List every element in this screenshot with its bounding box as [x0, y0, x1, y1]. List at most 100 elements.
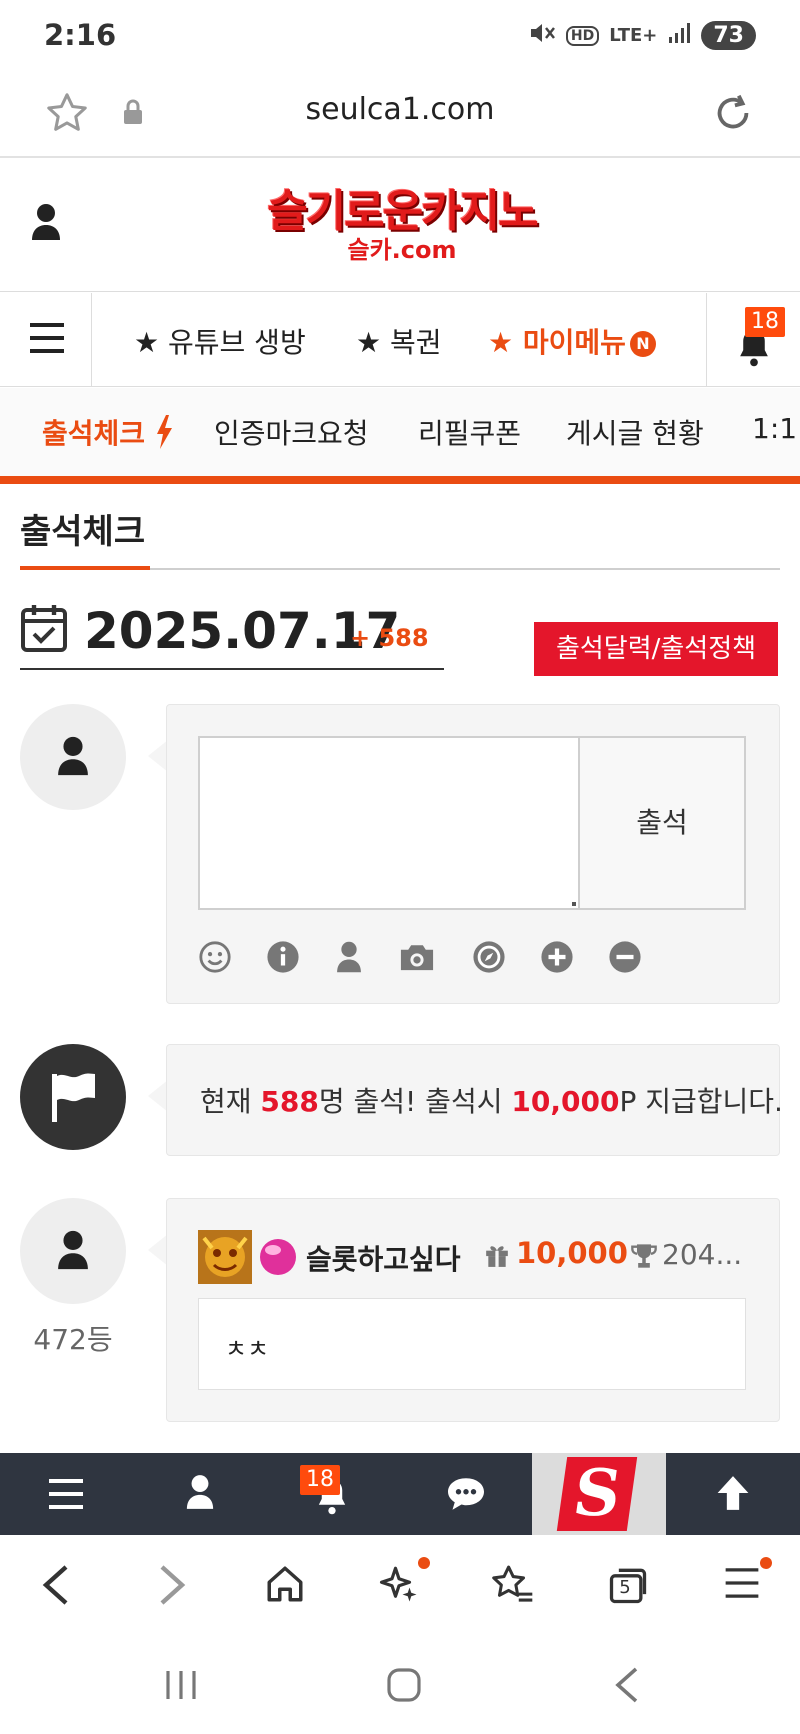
- bookmarks-star-icon[interactable]: [490, 1563, 534, 1609]
- sub-tab-attendance-label: 출석체크: [42, 417, 146, 450]
- logo-sub-text: 슬카.com: [347, 236, 457, 264]
- lightning-icon: [155, 414, 173, 456]
- sparkle-notification-dot: [418, 1557, 430, 1569]
- entry-comment: ㅊㅊ: [225, 1335, 270, 1363]
- attendance-count-today: + 588: [350, 624, 429, 652]
- bottom-notification-count-badge: 18: [300, 1465, 340, 1495]
- sub-tab-certification[interactable]: 인증마크요청: [214, 412, 369, 452]
- user-icon: [56, 1228, 90, 1276]
- calendar-check-icon[interactable]: [20, 602, 68, 658]
- attend-submit-button[interactable]: 출석: [578, 736, 746, 910]
- site-bottom-bar: 18 S: [0, 1453, 800, 1535]
- reload-icon[interactable]: [710, 90, 756, 140]
- s-logo-letter: S: [568, 1456, 626, 1531]
- s-logo-icon: S: [556, 1456, 638, 1531]
- signal-icon: [667, 21, 691, 50]
- site-logo[interactable]: 슬기로운카지노 슬카.com: [248, 188, 556, 270]
- notice-suffix: P 지급합니다.: [619, 1085, 783, 1118]
- entry-avatar[interactable]: [20, 1198, 126, 1304]
- main-nav: ★ 유튜브 생방 ★ 복권 ★ 마이메뉴 N 18: [0, 293, 800, 387]
- tab-count: 5: [619, 1577, 631, 1598]
- status-icons: HD LTE+ 73: [528, 20, 756, 51]
- compass-icon[interactable]: [472, 940, 506, 974]
- system-back-icon[interactable]: [614, 1667, 640, 1707]
- entry-points: 10,000: [516, 1236, 628, 1270]
- flag-icon: [48, 1070, 100, 1128]
- site-header: 슬기로운카지노 슬카.com: [0, 160, 800, 292]
- bubble-arrow: [148, 1234, 168, 1266]
- sub-tab-attendance[interactable]: 출석체크: [42, 412, 173, 456]
- browser-menu-icon[interactable]: [722, 1565, 762, 1605]
- gift-icon: [484, 1242, 510, 1272]
- title-accent-line: [20, 566, 150, 570]
- home-icon[interactable]: [264, 1563, 306, 1609]
- user-icon: [185, 1473, 215, 1515]
- entry-rank: 472등: [33, 1323, 113, 1356]
- logo-main-text: 슬기로운카지노: [267, 186, 538, 237]
- entry-trophy-count: 204...: [662, 1238, 743, 1271]
- sub-tab-post-status[interactable]: 게시글 현황: [566, 412, 704, 452]
- arrow-up-icon: [714, 1473, 752, 1517]
- resize-handle-icon[interactable]: [572, 902, 576, 906]
- notice-avatar: [20, 1044, 126, 1150]
- url-bar: seulca1.com: [0, 72, 800, 158]
- status-bar: 2:16 HD LTE+ 73: [0, 0, 800, 72]
- attendance-policy-button[interactable]: 출석달력/출석정책: [534, 622, 778, 676]
- pink-orb-icon: [258, 1237, 298, 1277]
- nav-item-mymenu[interactable]: ★ 마이메뉴 N: [488, 321, 656, 361]
- url-text[interactable]: seulca1.com: [0, 92, 800, 127]
- sub-tab-one-to-one[interactable]: 1:1: [752, 412, 797, 445]
- entry-comment-box: ㅊㅊ: [198, 1298, 746, 1390]
- my-avatar: [20, 704, 126, 810]
- notice-middle: 명 출석! 출석시: [318, 1085, 512, 1118]
- new-badge: N: [629, 331, 656, 357]
- notification-button[interactable]: 18: [706, 293, 800, 387]
- recent-apps-icon[interactable]: [164, 1669, 198, 1705]
- hamburger-icon: [30, 323, 64, 357]
- bottom-notification-button[interactable]: 18: [266, 1453, 399, 1535]
- system-navigation-bar: [0, 1637, 800, 1734]
- attendance-notice: 현재 588명 출석! 출석시 10,000P 지급합니다.: [200, 1080, 783, 1120]
- entry-username[interactable]: 슬롯하고싶다: [306, 1238, 461, 1278]
- bubble-arrow: [148, 740, 168, 772]
- minus-circle-icon[interactable]: [608, 940, 642, 974]
- sub-tab-refill-coupon[interactable]: 리필쿠폰: [418, 412, 521, 452]
- back-arrow-icon[interactable]: [38, 1563, 74, 1611]
- bubble-arrow: [148, 1080, 168, 1112]
- emoticon-icon[interactable]: [198, 940, 232, 974]
- notice-points: 10,000: [511, 1085, 620, 1118]
- bottom-chat-button[interactable]: [399, 1453, 532, 1535]
- tabs-icon[interactable]: 5: [606, 1563, 650, 1607]
- nav-item-lottery[interactable]: ★ 복권: [356, 321, 442, 361]
- plus-circle-icon[interactable]: [540, 940, 574, 974]
- bottom-menu-button[interactable]: [0, 1453, 133, 1535]
- battery-indicator: 73: [701, 21, 756, 50]
- home-button-icon[interactable]: [386, 1667, 422, 1707]
- sparkle-icon[interactable]: [378, 1563, 420, 1609]
- info-icon[interactable]: [266, 940, 300, 974]
- camera-icon[interactable]: [398, 940, 438, 974]
- notice-count: 588: [260, 1085, 319, 1118]
- browser-toolbar: 5: [0, 1535, 800, 1637]
- hamburger-icon: [48, 1479, 84, 1513]
- bottom-user-button[interactable]: [133, 1453, 266, 1535]
- date-row: 2025.07.17 + 588: [20, 598, 444, 670]
- menu-notification-dot: [760, 1557, 772, 1569]
- notice-prefix: 현재: [200, 1085, 261, 1118]
- menu-button[interactable]: [0, 293, 92, 387]
- sub-nav: 출석체크 인증마크요청 리필쿠폰 게시글 현황 1:1: [0, 388, 800, 484]
- mute-icon: [528, 20, 556, 51]
- user-icon[interactable]: [334, 940, 368, 974]
- scroll-top-button[interactable]: [666, 1453, 800, 1535]
- notification-count-badge: 18: [745, 307, 785, 337]
- user-icon[interactable]: [30, 202, 62, 246]
- nav-item-mymenu-label: ★ 마이메뉴: [488, 326, 626, 359]
- network-label: LTE+: [609, 25, 658, 46]
- hd-icon: HD: [565, 25, 600, 46]
- bottom-site-logo[interactable]: S: [532, 1453, 666, 1535]
- forward-arrow-icon[interactable]: [154, 1563, 190, 1611]
- status-time: 2:16: [44, 18, 117, 52]
- nav-item-youtube[interactable]: ★ 유튜브 생방: [134, 321, 306, 361]
- attendance-comment-input[interactable]: [198, 736, 580, 910]
- level-emblem-icon: [198, 1230, 252, 1284]
